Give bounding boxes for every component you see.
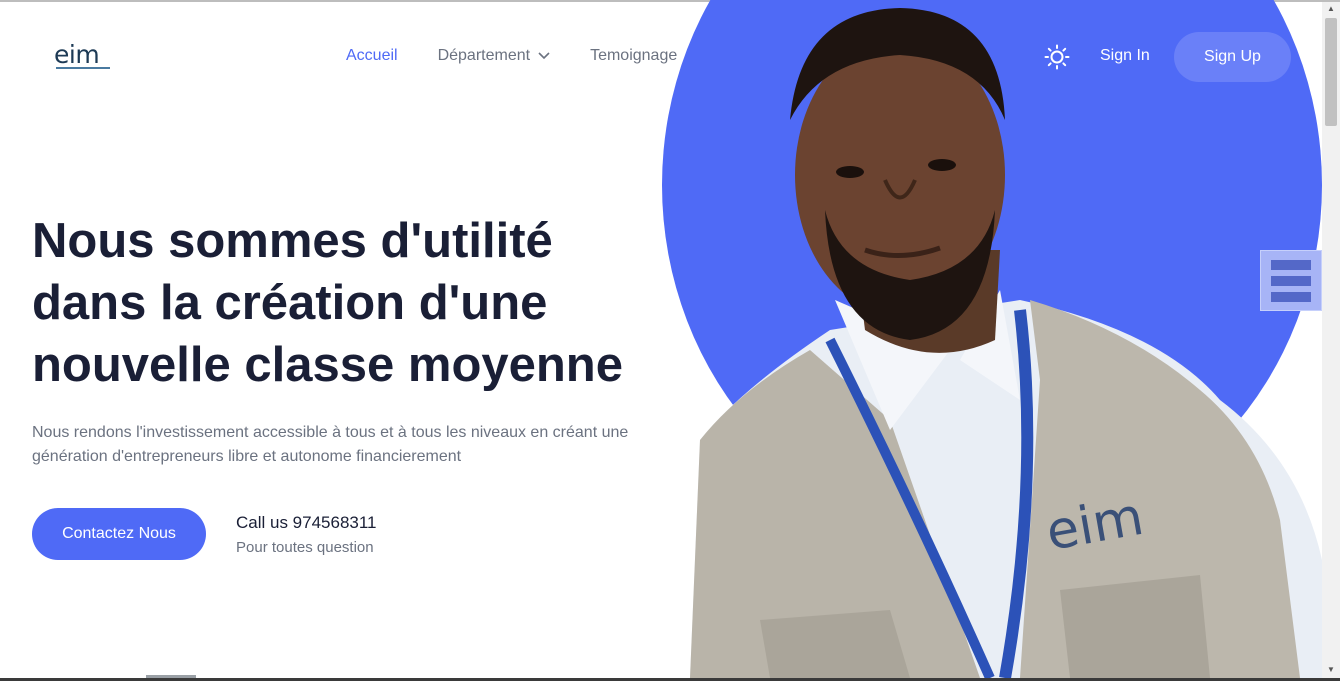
menu-toggle-button[interactable] — [1260, 250, 1322, 311]
hero-headline: Nous sommes d'utilité dans la création d… — [32, 214, 623, 392]
sign-in-link[interactable]: Sign In — [1100, 47, 1150, 65]
contact-button[interactable]: Contactez Nous — [32, 508, 206, 560]
logo-underline — [56, 67, 110, 69]
sign-up-button[interactable]: Sign Up — [1174, 32, 1291, 82]
nav-item-temoignage[interactable]: Temoignage — [590, 47, 677, 65]
nav-item-label: Accueil — [346, 47, 398, 64]
main-nav: Accueil Département Temoignage — [346, 47, 677, 65]
menu-bar-icon — [1271, 259, 1311, 270]
menu-bar-icon — [1271, 275, 1311, 286]
sun-icon[interactable] — [1044, 44, 1070, 70]
chevron-down-icon — [538, 52, 550, 60]
scroll-down-arrow-icon[interactable]: ▼ — [1327, 665, 1335, 674]
site-logo[interactable]: eim — [54, 40, 110, 69]
scroll-up-arrow-icon[interactable]: ▲ — [1327, 4, 1335, 13]
nav-item-departement[interactable]: Département — [438, 47, 551, 65]
nav-item-label: Département — [437, 47, 531, 64]
call-us-text: Call us 974568311 — [236, 513, 377, 532]
hero-subtext: Nous rendons l'investissement accessible… — [32, 424, 629, 465]
logo-text: eim — [54, 40, 100, 69]
scrollbar-thumb[interactable] — [1325, 18, 1337, 126]
nav-item-accueil[interactable]: Accueil — [346, 47, 398, 65]
menu-bar-icon — [1271, 291, 1311, 302]
call-us-subtext: Pour toutes question — [236, 539, 374, 556]
nav-item-label: Temoignage — [590, 47, 678, 64]
hero-person-image: eim — [690, 8, 1322, 678]
